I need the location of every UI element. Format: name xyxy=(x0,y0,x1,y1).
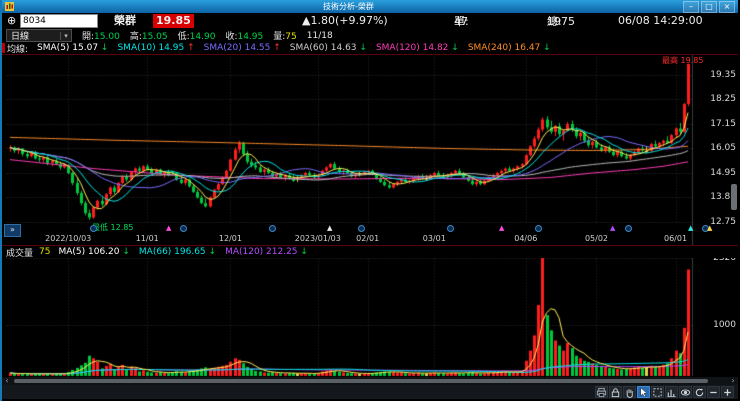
event-circle-icon[interactable] xyxy=(180,225,187,232)
volume-legend-label: 成交量 xyxy=(6,248,34,259)
event-marker-row: » ▲ ▲ ▲ ▲ ▲ ▲ xyxy=(2,224,738,237)
period-dropdown[interactable]: 日線 ▾ xyxy=(6,29,72,42)
expand-panel-button[interactable]: » xyxy=(4,224,21,237)
event-circle-icon[interactable] xyxy=(625,225,632,232)
chart-toolbar xyxy=(2,385,738,399)
down-arrow-icon: ↓ xyxy=(300,247,308,257)
event-circle-icon[interactable] xyxy=(447,225,454,232)
low-value: 低:14.90 xyxy=(177,32,216,42)
high-value: 高:15.05 xyxy=(129,32,168,42)
down-arrow-icon: ↓ xyxy=(359,43,367,53)
volume-legend-items: MA(5) 106.20 ↓ MA(66) 196.65 ↓ MA(120) 212… xyxy=(58,247,316,257)
event-triangle-icon[interactable]: ▲ xyxy=(688,224,693,233)
volume-legend-value: 75 xyxy=(39,247,51,257)
app-window: 技術分析-榮群 – □ × ⊕ 榮群 19.85 ▲1.80(+9.97%) 單… xyxy=(0,0,740,401)
title-bar: 技術分析-榮群 – □ × xyxy=(2,0,738,13)
window-title: 技術分析-榮群 xyxy=(323,2,374,11)
candlestick-volume-chart[interactable] xyxy=(2,0,740,401)
price-change: ▲1.80(+9.97%) xyxy=(302,14,388,27)
event-triangle-icon[interactable]: ▲ xyxy=(707,224,712,233)
eye-icon[interactable] xyxy=(679,386,692,398)
zoom-in-icon[interactable] xyxy=(721,386,734,398)
event-circle-icon[interactable] xyxy=(358,225,365,232)
minimize-button[interactable]: – xyxy=(683,0,699,13)
close-value: 收:14.95 xyxy=(225,32,264,42)
ma-legend-item: MA(120) 212.25 ↓ xyxy=(225,247,308,257)
ma-legend-prefix: 均線: xyxy=(7,44,29,55)
cursor-icon[interactable] xyxy=(637,386,650,398)
lock-icon[interactable] xyxy=(609,386,622,398)
print-icon[interactable] xyxy=(595,386,608,398)
down-arrow-icon: ↓ xyxy=(100,43,109,53)
event-circle-icon[interactable] xyxy=(535,225,542,232)
price-ma-legend: 均線: SMA(5) 15.07 ↓ SMA(10) 14.95 ↑ SMA(20)… xyxy=(2,42,738,55)
event-triangle-icon[interactable]: ▲ xyxy=(166,224,171,233)
scroll-right-arrow-icon[interactable]: › xyxy=(728,377,738,385)
quote-bar: ⊕ 榮群 19.85 ▲1.80(+9.97%) 單:47 總:1975 06/… xyxy=(2,13,738,30)
indicator-bars-icon[interactable] xyxy=(665,386,678,398)
last-price-badge: 19.85 xyxy=(153,14,194,28)
event-triangle-icon[interactable]: ▲ xyxy=(610,224,615,233)
restore-button[interactable]: □ xyxy=(701,0,717,13)
volume-value: 量:75 xyxy=(273,32,297,42)
ma-legend-item: MA(5) 106.20 ↓ xyxy=(58,247,130,257)
zoom-out-icon[interactable] xyxy=(707,386,720,398)
quote-datetime: 06/08 14:29:00 xyxy=(618,14,703,27)
ma-legend-item: SMA(240) 16.47 ↓ xyxy=(467,43,551,53)
event-circle-icon[interactable] xyxy=(90,225,97,232)
hand-icon[interactable] xyxy=(623,386,636,398)
scroll-left-arrow-icon[interactable]: ‹ xyxy=(2,377,12,385)
chevron-down-icon: ▾ xyxy=(60,31,71,40)
symbol-input[interactable] xyxy=(20,14,98,28)
stock-name: 榮群 xyxy=(114,14,136,27)
marquee-icon[interactable] xyxy=(651,386,664,398)
ma-legend-item: MA(66) 196.65 ↓ xyxy=(138,247,217,257)
ma-legend-item: SMA(20) 14.55 ↑ xyxy=(203,43,281,53)
close-button[interactable]: × xyxy=(719,0,735,13)
down-arrow-icon: ↓ xyxy=(451,43,459,53)
period-value: 日線 xyxy=(11,32,30,42)
ma-legend-item: SMA(60) 14.63 ↓ xyxy=(289,43,367,53)
open-value: 開:15.00 xyxy=(82,32,120,42)
scrollbar-thumb[interactable] xyxy=(14,379,708,383)
chart-high-label: 最高 19.85 xyxy=(662,56,704,65)
up-arrow-icon: ↑ xyxy=(187,43,195,53)
up-arrow-icon: ↑ xyxy=(273,43,281,53)
volume-ma-legend: 成交量 75 MA(5) 106.20 ↓ MA(66) 196.65 ↓ MA(1… xyxy=(2,246,738,259)
ma-legend-item: SMA(10) 14.95 ↑ xyxy=(117,43,195,53)
event-triangle-icon[interactable]: ▲ xyxy=(327,224,332,233)
down-arrow-icon: ↓ xyxy=(208,247,217,257)
ma-legend-item: SMA(120) 14.82 ↓ xyxy=(375,43,459,53)
symbol-lookup-icon[interactable]: ⊕ xyxy=(7,14,16,28)
ohlc-info-bar: 日線 ▾ 開:15.00 高:15.05 低:14.90 收:14.95 量:7… xyxy=(2,29,738,42)
vertical-scrollbar-thumb[interactable] xyxy=(731,184,737,210)
event-circle-icon[interactable] xyxy=(269,225,276,232)
ma-legend-items: SMA(5) 15.07 ↓ SMA(10) 14.95 ↑ SMA(20) 14.… xyxy=(37,43,560,53)
ma-legend-item: SMA(5) 15.07 ↓ xyxy=(37,43,109,53)
refresh-icon[interactable] xyxy=(693,386,706,398)
down-arrow-icon: ↓ xyxy=(122,247,130,257)
horizontal-scrollbar[interactable]: ‹ › xyxy=(2,377,738,385)
bar-date: 11/18 xyxy=(306,30,333,41)
app-icon xyxy=(5,2,14,11)
legend-accent-bar xyxy=(2,43,5,53)
down-arrow-icon: ↓ xyxy=(543,43,551,53)
event-triangle-icon[interactable]: ▲ xyxy=(499,224,504,233)
